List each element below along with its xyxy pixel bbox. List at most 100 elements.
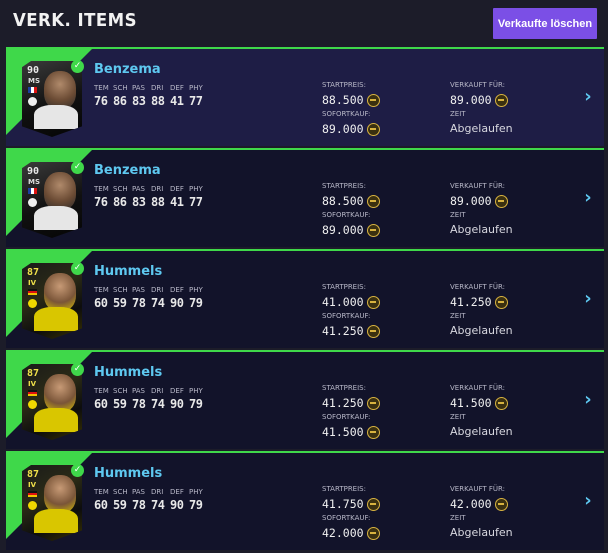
coin-icon [366,324,380,338]
price-column-left: STARTPREIS: 41.250 SOFORTKAUF: 41.500 [322,383,432,441]
player-card[interactable]: 90 MS [22,61,82,137]
buy-now-value: 89.000 [322,122,364,136]
card-position: IV [28,279,37,287]
stat-label: SCH [113,387,128,395]
sold-for-label: VERKAUFT FÜR: [450,182,506,190]
stat-3: DRI 74 [151,286,170,310]
stat-1: SCH 86 [113,84,132,108]
price-column-right: VERKAUFT FÜR: 42.000 ZEIT Abgelaufen [450,484,560,542]
club-badge-icon [28,97,37,106]
stat-1: SCH 59 [113,286,132,310]
sold-for-value: 89.000 [450,93,492,107]
start-price-label: STARTPREIS: [322,485,366,493]
chevron-right-icon[interactable]: › [578,489,598,513]
buy-now-label: SOFORTKAUF: [322,413,371,421]
stat-5: PHY 77 [189,185,208,209]
sold-item-row[interactable]: 90 MS ✓ Benzema TEM 76 SCH 86 PAS 83 DRI… [6,47,604,146]
player-card[interactable]: 90 MS [22,162,82,238]
card-rating: 87 [27,368,40,379]
player-name: Benzema [94,163,161,178]
time-label: ZEIT [450,514,466,522]
player-card[interactable]: 87 IV [22,465,82,541]
stat-1: SCH 59 [113,488,132,512]
player-stats: TEM 76 SCH 86 PAS 83 DRI 88 DEF 41 PHY 7… [94,185,208,209]
time-value: Abgelaufen [450,425,513,438]
stat-label: PAS [132,488,146,496]
stat-label: DEF [170,387,184,395]
price-column-right: VERKAUFT FÜR: 41.250 ZEIT Abgelaufen [450,282,560,340]
buy-now-price: 41.500 [322,423,432,441]
time-label: ZEIT [450,110,466,118]
time-label: ZEIT [450,211,466,219]
stat-value: 76 [94,94,108,108]
card-rating: 87 [27,469,40,480]
chevron-right-icon[interactable]: › [578,85,598,109]
stat-label: SCH [113,185,128,193]
card-position: IV [28,380,37,388]
sold-for-label: VERKAUFT FÜR: [450,384,506,392]
player-stats: TEM 60 SCH 59 PAS 78 DRI 74 DEF 90 PHY 7… [94,286,208,310]
buy-now-price: 42.000 [322,524,432,542]
chevron-right-icon[interactable]: › [578,388,598,412]
stat-5: PHY 79 [189,488,208,512]
stat-3: DRI 88 [151,84,170,108]
sold-item-row[interactable]: 90 MS ✓ Benzema TEM 76 SCH 86 PAS 83 DRI… [6,148,604,247]
stat-label: DEF [170,185,184,193]
start-price-label: STARTPREIS: [322,81,366,89]
player-name: Hummels [94,365,163,380]
stat-label: PHY [189,286,203,294]
coin-icon [494,295,508,309]
stat-value: 77 [189,195,203,209]
stat-0: TEM 76 [94,185,113,209]
stat-label: PHY [189,84,203,92]
sold-item-row[interactable]: 87 IV ✓ Hummels TEM 60 SCH 59 PAS 78 DRI… [6,451,604,550]
stat-value: 60 [94,296,108,310]
stat-label: TEM [94,185,109,193]
stat-value: 59 [113,397,127,411]
coin-icon [494,93,508,107]
buy-now-price: 41.250 [322,322,432,340]
start-price-label: STARTPREIS: [322,283,366,291]
stat-value: 41 [170,94,184,108]
page-title: VERK. ITEMS [13,10,138,31]
stat-value: 74 [151,296,165,310]
stat-2: PAS 83 [132,185,151,209]
club-badge-icon [28,400,37,409]
buy-now-value: 42.000 [322,526,364,540]
price-column-right: VERKAUFT FÜR: 89.000 ZEIT Abgelaufen [450,80,560,138]
player-card[interactable]: 87 IV [22,263,82,339]
stat-label: DRI [151,185,164,193]
time-value: Abgelaufen [450,223,513,236]
chevron-right-icon[interactable]: › [578,287,598,311]
player-stats: TEM 60 SCH 59 PAS 78 DRI 74 DEF 90 PHY 7… [94,387,208,411]
sold-for-label: VERKAUFT FÜR: [450,81,506,89]
player-photo [44,475,76,513]
stat-1: SCH 59 [113,387,132,411]
stat-value: 78 [132,296,146,310]
stat-5: PHY 79 [189,286,208,310]
sold-for-price: 89.000 [450,192,560,210]
time-label: ZEIT [450,413,466,421]
stat-0: TEM 60 [94,387,113,411]
player-photo [44,374,76,412]
stat-label: DRI [151,84,164,92]
stat-3: DRI 74 [151,488,170,512]
chevron-right-icon[interactable]: › [578,186,598,210]
stat-label: PAS [132,185,146,193]
stat-0: TEM 60 [94,488,113,512]
stat-label: PAS [132,286,146,294]
sold-for-price: 89.000 [450,91,560,109]
price-column-left: STARTPREIS: 41.000 SOFORTKAUF: 41.250 [322,282,432,340]
coin-icon [366,295,380,309]
player-card[interactable]: 87 IV [22,364,82,440]
stat-label: SCH [113,84,128,92]
stat-5: PHY 79 [189,387,208,411]
stat-4: DEF 90 [170,286,189,310]
stat-value: 78 [132,498,146,512]
sold-item-row[interactable]: 87 IV ✓ Hummels TEM 60 SCH 59 PAS 78 DRI… [6,249,604,348]
clear-sold-button[interactable]: Verkaufte löschen [493,8,597,39]
sold-item-row[interactable]: 87 IV ✓ Hummels TEM 60 SCH 59 PAS 78 DRI… [6,350,604,449]
buy-now-value: 41.500 [322,425,364,439]
club-badge-icon [28,299,37,308]
sold-for-value: 89.000 [450,194,492,208]
